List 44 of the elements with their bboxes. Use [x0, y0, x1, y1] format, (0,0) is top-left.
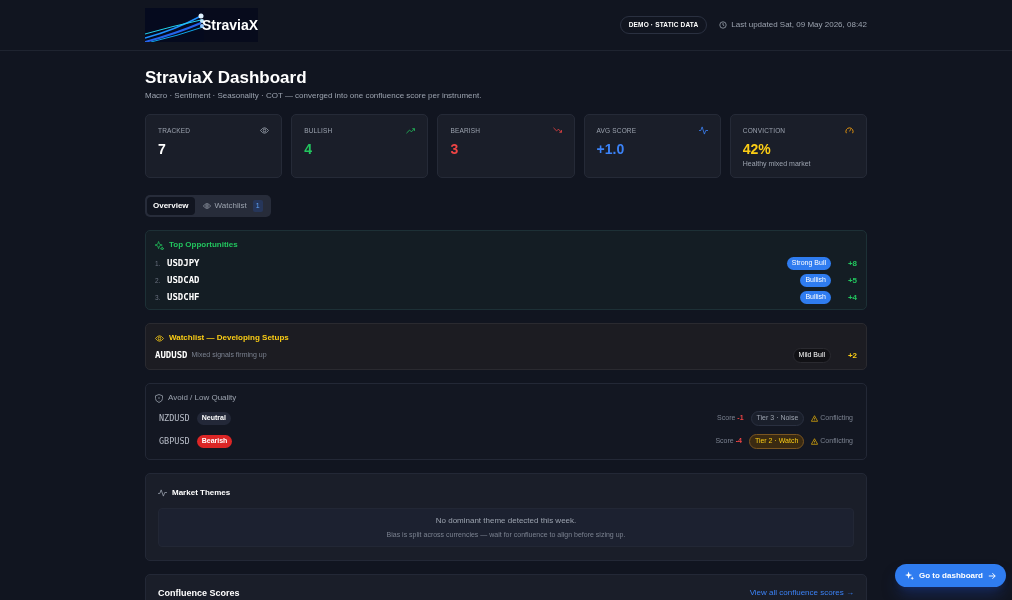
- stat-value: 4: [304, 139, 312, 158]
- symbol-text: USDJPY: [167, 256, 200, 270]
- shield-icon: [155, 393, 163, 403]
- go-to-dashboard-button[interactable]: Go to dashboard: [895, 564, 1006, 587]
- symbol-text: AUDUSD: [155, 348, 188, 362]
- eye-icon: [260, 126, 270, 136]
- activity-icon: [158, 489, 167, 497]
- arrow-right-icon: [988, 571, 996, 580]
- eye-icon: [202, 202, 211, 210]
- trend-up-icon: [406, 126, 416, 136]
- sparkles-icon: [905, 571, 914, 580]
- score-value: +4: [846, 291, 857, 304]
- stat-value: 42%: [742, 139, 771, 158]
- stat-value: 3: [450, 139, 459, 158]
- tab[interactable]: Overview: [147, 197, 195, 215]
- page-subtitle: Macro · Sentiment · Seasonality · COT — converged into one confluence score per instrument.: [145, 90, 483, 102]
- score-value: +5: [846, 274, 857, 287]
- last-updated-text: Last updated Sat, 09 May 2026, 08:42: [731, 19, 867, 31]
- symbol-text: USDCHF: [167, 290, 200, 304]
- score-value: +8: [846, 257, 857, 270]
- clock-icon: [719, 21, 728, 29]
- score-value: +2: [846, 349, 857, 362]
- symbol-text: NZDUSD: [159, 412, 190, 425]
- logo-text: StraviaX: [202, 15, 258, 35]
- empty-state-title: No dominant theme detected this week.: [435, 514, 577, 527]
- page-title: StraviaX Dashboard: [145, 67, 308, 89]
- eye-icon: [155, 333, 164, 343]
- sparkles-icon: [155, 240, 164, 250]
- trend-down-icon: [552, 126, 562, 136]
- symbol-text: GBPUSD: [159, 435, 190, 448]
- section-title: Top Opportunities: [169, 239, 238, 251]
- logo[interactable]: StraviaX: [145, 8, 258, 42]
- section-title: Market Themes: [172, 487, 231, 499]
- section-title: Avoid / Low Quality: [168, 392, 237, 404]
- warning-icon: [811, 438, 819, 445]
- warning-icon: [811, 415, 819, 422]
- section-title: Confluence Scores: [158, 587, 240, 600]
- stat-value: +1.0: [596, 139, 625, 158]
- section-title: Watchlist — Developing Setups: [169, 332, 289, 344]
- gauge-icon: [845, 126, 854, 136]
- stat-value: 7: [158, 139, 166, 158]
- symbol-text: USDCAD: [167, 273, 200, 287]
- activity-icon: [698, 126, 708, 136]
- view-all-link[interactable]: View all confluence scores →: [749, 587, 854, 599]
